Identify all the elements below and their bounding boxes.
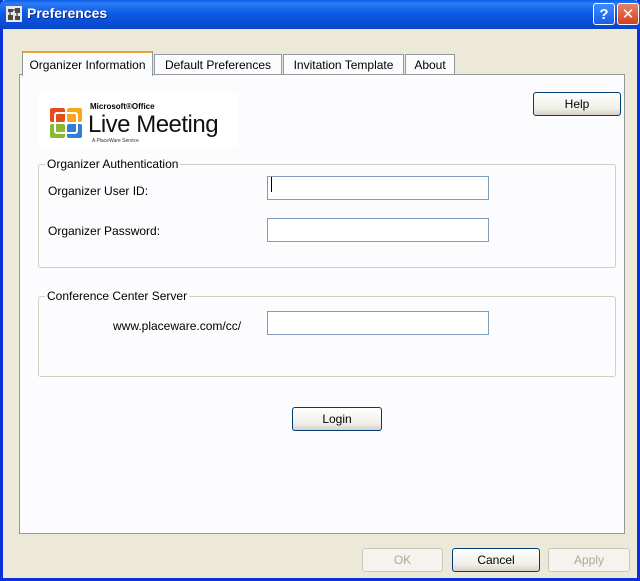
cancel-button[interactable]: Cancel bbox=[452, 548, 540, 572]
organizer-authentication-legend: Organizer Authentication bbox=[47, 157, 179, 171]
logo-product-name: Live Meeting bbox=[88, 111, 219, 138]
login-button[interactable]: Login bbox=[292, 407, 382, 431]
tab-invitation-template[interactable]: Invitation Template bbox=[283, 54, 404, 76]
ok-button[interactable]: OK bbox=[362, 548, 443, 572]
help-button[interactable]: Help bbox=[533, 92, 621, 116]
apply-button[interactable]: Apply bbox=[548, 548, 630, 572]
tab-organizer-information[interactable]: Organizer Information bbox=[22, 51, 153, 76]
logo-brand-line: Microsoft®Office bbox=[90, 102, 155, 111]
user-id-label: Organizer User ID: bbox=[48, 184, 149, 198]
conference-center-server-legend: Conference Center Server bbox=[47, 289, 188, 303]
live-meeting-logo: Microsoft®Office Live Meeting A PlaceWar… bbox=[38, 93, 238, 147]
app-icon bbox=[6, 6, 22, 22]
office-logo-icon bbox=[50, 108, 82, 138]
password-field[interactable] bbox=[267, 218, 489, 242]
title-bar[interactable]: Preferences ? ✕ bbox=[0, 0, 640, 29]
password-label: Organizer Password: bbox=[48, 224, 161, 238]
user-id-field[interactable] bbox=[267, 176, 489, 200]
tab-default-preferences[interactable]: Default Preferences bbox=[154, 54, 282, 76]
window-title: Preferences bbox=[27, 5, 108, 21]
text-caret bbox=[271, 177, 272, 192]
organizer-authentication-group: Organizer Authentication bbox=[38, 157, 616, 268]
server-field[interactable] bbox=[267, 311, 489, 335]
server-url-prefix: www.placeware.com/cc/ bbox=[113, 319, 242, 333]
tab-about[interactable]: About bbox=[405, 54, 455, 76]
logo-tagline: A PlaceWare Service bbox=[92, 138, 139, 144]
help-title-button[interactable]: ? bbox=[593, 3, 615, 25]
close-button[interactable]: ✕ bbox=[617, 3, 639, 25]
